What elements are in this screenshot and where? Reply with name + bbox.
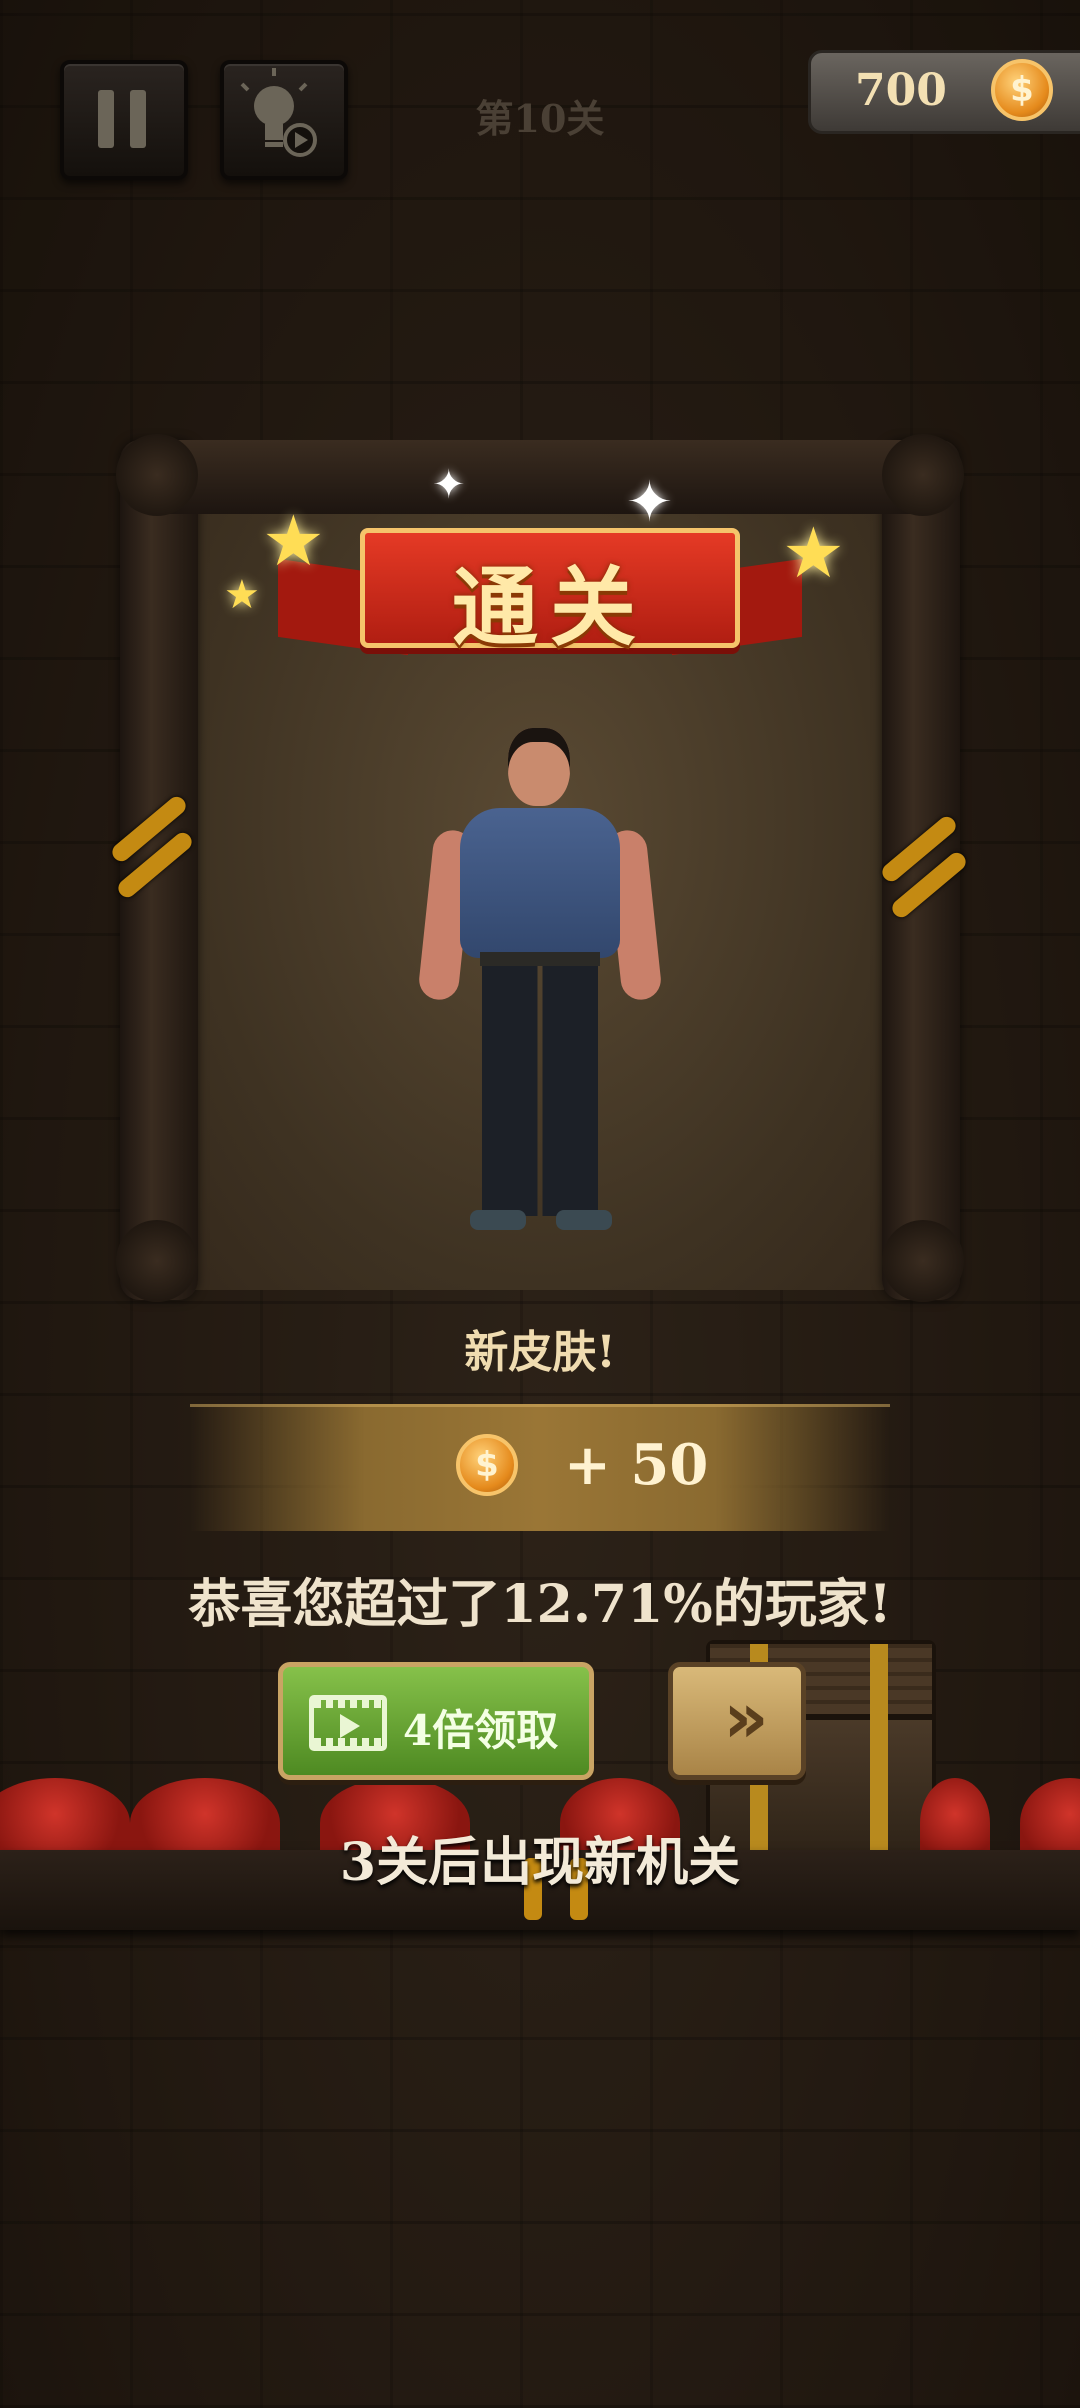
frame-knob [882,1220,964,1302]
wall-left [0,440,130,1290]
film-play-icon [309,1695,387,1751]
video-claim-label: 4倍领取 [403,1706,559,1755]
character-skin-preview [417,720,663,1240]
star-icon: ★ [782,512,845,594]
reward-amount: + 50 [564,1432,709,1498]
frame-knob [882,434,964,516]
level-title: 第10关 [475,96,605,141]
star-icon: ★ [224,572,260,618]
coin-icon: $ [991,59,1053,121]
watch-video-claim-button[interactable]: 4倍领取 [278,1662,594,1780]
star-icon: ★ [262,500,325,582]
hint-video-button[interactable] [220,60,348,180]
new-skin-label: 新皮肤! [464,1327,616,1378]
reward-bar [190,1404,890,1531]
ribbon: 通关 [360,528,740,658]
sparkle-icon: ✦ [432,462,466,508]
pause-button[interactable] [60,60,188,180]
coin-icon: $ [456,1434,518,1496]
frame-top-beam [120,440,960,514]
next-level-button[interactable]: » [668,1662,806,1780]
banner-text: 通关 [452,557,648,658]
coin-count: 700 [855,65,947,116]
congrats-message: 恭喜您超过了12.71%的玩家! [188,1574,892,1635]
next-mechanism-hint: 3关后出现新机关 [339,1832,741,1893]
level-clear-banner: 通关 [270,520,810,658]
lightbulb-video-icon [240,68,317,157]
sparkle-icon: ✦ [626,470,673,535]
double-chevron-icon: » [723,1677,768,1759]
coin-counter: 700 $ [808,50,1080,134]
